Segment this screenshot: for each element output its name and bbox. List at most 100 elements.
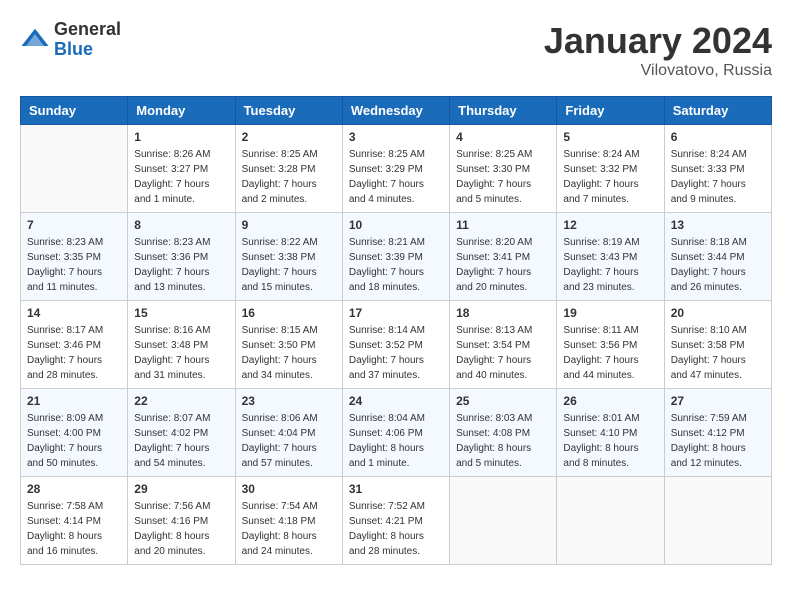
day-info: Sunrise: 8:20 AMSunset: 3:41 PMDaylight:… [456,235,550,295]
day-number: 5 [563,130,657,144]
day-number: 18 [456,306,550,320]
day-info: Sunrise: 8:07 AMSunset: 4:02 PMDaylight:… [134,411,228,471]
day-info: Sunrise: 8:11 AMSunset: 3:56 PMDaylight:… [563,323,657,383]
table-row: 18Sunrise: 8:13 AMSunset: 3:54 PMDayligh… [450,301,557,389]
day-number: 1 [134,130,228,144]
day-number: 20 [671,306,765,320]
day-info: Sunrise: 7:54 AMSunset: 4:18 PMDaylight:… [242,499,336,559]
day-info: Sunrise: 8:01 AMSunset: 4:10 PMDaylight:… [563,411,657,471]
calendar-week-row: 28 Sunrise: 7:58 AMSunset: 4:14 PMDayligh… [21,477,772,565]
day-info: Sunrise: 8:23 AMSunset: 3:36 PMDaylight:… [134,235,228,295]
day-info: Sunrise: 8:19 AMSunset: 3:43 PMDaylight:… [563,235,657,295]
table-row [450,477,557,565]
day-number: 9 [242,218,336,232]
day-number: 25 [456,394,550,408]
day-number: 30 [242,482,336,496]
day-info: Sunrise: 7:56 AMSunset: 4:16 PMDaylight:… [134,499,228,559]
logo: General Blue [20,20,121,60]
day-info: Sunrise: 8:16 AMSunset: 3:48 PMDaylight:… [134,323,228,383]
day-number: 17 [349,306,443,320]
table-row: 16Sunrise: 8:15 AMSunset: 3:50 PMDayligh… [235,301,342,389]
calendar-week-row: 14 Sunrise: 8:17 AMSunset: 3:46 PMDayligh… [21,301,772,389]
day-info: Sunrise: 8:10 AMSunset: 3:58 PMDaylight:… [671,323,765,383]
day-number: 15 [134,306,228,320]
table-row: 27Sunrise: 7:59 AMSunset: 4:12 PMDayligh… [664,389,771,477]
calendar-week-row: 7Sunrise: 8:23 AMSunset: 3:35 PMDaylight… [21,213,772,301]
weekday-header-monday: Monday [128,97,235,125]
logo-blue-text: Blue [54,40,121,60]
logo-general-text: General [54,20,121,40]
day-number: 4 [456,130,550,144]
weekday-header-saturday: Saturday [664,97,771,125]
table-row: 12 Sunrise: 8:19 AMSunset: 3:43 PMDayligh… [557,213,664,301]
day-number: 26 [563,394,657,408]
calendar-week-row: 1 Sunrise: 8:26 AMSunset: 3:27 PMDaylight… [21,125,772,213]
table-row: 17 Sunrise: 8:14 AMSunset: 3:52 PMDayligh… [342,301,449,389]
day-number: 16 [242,306,336,320]
day-number: 14 [27,306,121,320]
table-row [557,477,664,565]
day-info: Sunrise: 8:17 AMSunset: 3:46 PMDaylight:… [27,323,121,383]
title-block: January 2024 Vilovatovo, Russia [544,20,772,80]
calendar-week-row: 21 Sunrise: 8:09 AMSunset: 4:00 PMDayligh… [21,389,772,477]
table-row: 15 Sunrise: 8:16 AMSunset: 3:48 PMDayligh… [128,301,235,389]
table-row: 29 Sunrise: 7:56 AMSunset: 4:16 PMDayligh… [128,477,235,565]
table-row: 5Sunrise: 8:24 AMSunset: 3:32 PMDaylight… [557,125,664,213]
day-info: Sunrise: 8:26 AMSunset: 3:27 PMDaylight:… [134,147,228,207]
day-number: 21 [27,394,121,408]
day-info: Sunrise: 7:58 AMSunset: 4:14 PMDaylight:… [27,499,121,559]
table-row: 21 Sunrise: 8:09 AMSunset: 4:00 PMDayligh… [21,389,128,477]
day-number: 2 [242,130,336,144]
table-row: 23 Sunrise: 8:06 AMSunset: 4:04 PMDayligh… [235,389,342,477]
day-number: 13 [671,218,765,232]
day-info: Sunrise: 8:06 AMSunset: 4:04 PMDaylight:… [242,411,336,471]
table-row: 24 Sunrise: 8:04 AMSunset: 4:06 PMDayligh… [342,389,449,477]
table-row: 28 Sunrise: 7:58 AMSunset: 4:14 PMDayligh… [21,477,128,565]
weekday-header-row: SundayMondayTuesdayWednesdayThursdayFrid… [21,97,772,125]
day-info: Sunrise: 8:25 AMSunset: 3:29 PMDaylight:… [349,147,443,207]
page-header: General Blue January 2024 Vilovatovo, Ru… [20,20,772,80]
table-row [21,125,128,213]
day-number: 12 [563,218,657,232]
logo-icon [20,25,50,55]
table-row: 4 Sunrise: 8:25 AMSunset: 3:30 PMDaylight… [450,125,557,213]
day-info: Sunrise: 8:21 AMSunset: 3:39 PMDaylight:… [349,235,443,295]
table-row: 9Sunrise: 8:22 AMSunset: 3:38 PMDaylight… [235,213,342,301]
day-number: 3 [349,130,443,144]
day-number: 28 [27,482,121,496]
weekday-header-tuesday: Tuesday [235,97,342,125]
table-row: 31 Sunrise: 7:52 AMSunset: 4:21 PMDayligh… [342,477,449,565]
day-number: 27 [671,394,765,408]
day-number: 6 [671,130,765,144]
day-number: 8 [134,218,228,232]
day-number: 23 [242,394,336,408]
day-info: Sunrise: 8:25 AMSunset: 3:30 PMDaylight:… [456,147,550,207]
table-row: 2Sunrise: 8:25 AMSunset: 3:28 PMDaylight… [235,125,342,213]
day-info: Sunrise: 8:09 AMSunset: 4:00 PMDaylight:… [27,411,121,471]
day-info: Sunrise: 8:04 AMSunset: 4:06 PMDaylight:… [349,411,443,471]
day-number: 24 [349,394,443,408]
table-row: 11Sunrise: 8:20 AMSunset: 3:41 PMDayligh… [450,213,557,301]
table-row: 6 Sunrise: 8:24 AMSunset: 3:33 PMDaylight… [664,125,771,213]
day-number: 29 [134,482,228,496]
location-title: Vilovatovo, Russia [544,62,772,80]
table-row: 30 Sunrise: 7:54 AMSunset: 4:18 PMDayligh… [235,477,342,565]
table-row: 19Sunrise: 8:11 AMSunset: 3:56 PMDayligh… [557,301,664,389]
weekday-header-thursday: Thursday [450,97,557,125]
day-info: Sunrise: 8:24 AMSunset: 3:33 PMDaylight:… [671,147,765,207]
table-row: 3 Sunrise: 8:25 AMSunset: 3:29 PMDaylight… [342,125,449,213]
day-info: Sunrise: 8:03 AMSunset: 4:08 PMDaylight:… [456,411,550,471]
day-info: Sunrise: 7:52 AMSunset: 4:21 PMDaylight:… [349,499,443,559]
table-row: 22Sunrise: 8:07 AMSunset: 4:02 PMDayligh… [128,389,235,477]
day-info: Sunrise: 8:18 AMSunset: 3:44 PMDaylight:… [671,235,765,295]
calendar-table: SundayMondayTuesdayWednesdayThursdayFrid… [20,96,772,565]
table-row [664,477,771,565]
table-row: 1 Sunrise: 8:26 AMSunset: 3:27 PMDaylight… [128,125,235,213]
table-row: 10Sunrise: 8:21 AMSunset: 3:39 PMDayligh… [342,213,449,301]
table-row: 26 Sunrise: 8:01 AMSunset: 4:10 PMDayligh… [557,389,664,477]
month-title: January 2024 [544,20,772,62]
day-info: Sunrise: 8:14 AMSunset: 3:52 PMDaylight:… [349,323,443,383]
day-number: 31 [349,482,443,496]
logo-text: General Blue [54,20,121,60]
table-row: 7Sunrise: 8:23 AMSunset: 3:35 PMDaylight… [21,213,128,301]
